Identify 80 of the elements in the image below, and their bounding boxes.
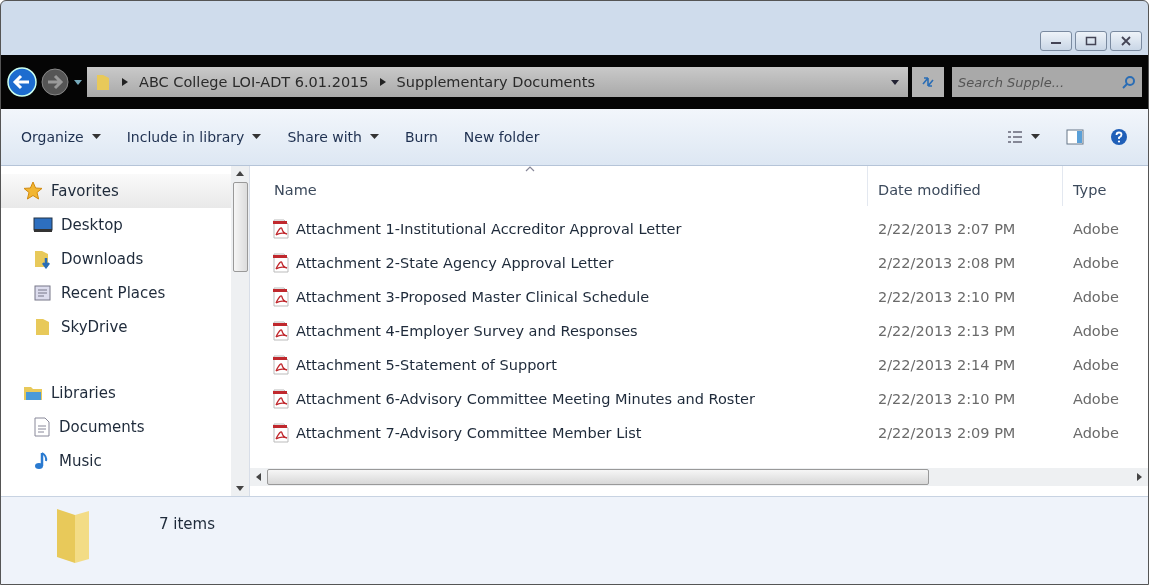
navigation-item[interactable]: Downloads — [1, 242, 231, 276]
pdf-file-icon — [272, 389, 290, 409]
maximize-icon — [1085, 36, 1097, 46]
folder-icon — [95, 73, 111, 91]
item-count: 7 items — [159, 515, 215, 533]
navigation-item[interactable]: Libraries — [1, 376, 231, 410]
file-name[interactable]: Attachment 4-Employer Survey and Responses — [296, 323, 638, 339]
star-icon — [23, 181, 43, 201]
caret-icon — [369, 134, 379, 140]
list-view-icon — [1007, 130, 1023, 144]
scrollbar-thumb[interactable] — [267, 469, 929, 485]
type-cell-text: Adobe — [1072, 221, 1120, 237]
navigation-item[interactable]: Desktop — [1, 208, 231, 242]
caret-icon — [1031, 134, 1040, 140]
navigation-item[interactable]: Recent Places — [1, 276, 231, 310]
library-folder-icon — [23, 384, 43, 402]
type-cell-text: Adobe — [1072, 425, 1120, 441]
vertical-scrollbar[interactable] — [231, 166, 249, 496]
caret-icon — [252, 134, 262, 140]
pdf-file-icon — [272, 219, 290, 239]
scrollbar-thumb[interactable] — [232, 182, 248, 272]
file-name[interactable]: Attachment 3-Proposed Master Clinical Schedule — [296, 289, 650, 305]
toolbar-button[interactable]: Include in library — [116, 123, 272, 151]
search-icon — [1122, 75, 1136, 89]
scroll-up-arrow-icon[interactable] — [236, 170, 244, 176]
toolbar-button[interactable]: Share with — [277, 123, 389, 151]
pdf-file-icon — [272, 423, 290, 443]
caret-icon — [91, 134, 101, 140]
date-cell-text: 2/22/2013 2:13 PM — [877, 323, 1017, 339]
pdf-file-icon — [272, 355, 290, 375]
pdf-file-icon — [272, 321, 290, 341]
toolbar-button[interactable]: Burn — [394, 123, 448, 151]
file-name[interactable]: Attachment 5-Statement of Support — [296, 357, 557, 373]
monitor-icon — [33, 216, 53, 234]
document-icon — [33, 417, 51, 437]
pane-icon — [1066, 129, 1084, 145]
file-name[interactable]: Attachment 6-Advisory Committee Meeting Minutes and Roster — [296, 391, 755, 407]
date-cell-text: 2/22/2013 2:14 PM — [877, 357, 1017, 373]
help-icon — [1110, 128, 1128, 146]
horizontal-scrollbar[interactable] — [250, 468, 1148, 486]
navigation-item[interactable]: Music — [1, 444, 231, 478]
date-cell-text: 2/22/2013 2:07 PM — [877, 221, 1017, 237]
breadcrumb-arrow-icon[interactable] — [378, 77, 387, 87]
type-cell-text: Adobe — [1072, 255, 1120, 271]
scroll-right-arrow-icon[interactable] — [1137, 473, 1143, 481]
refresh-icon — [920, 75, 936, 89]
breadcrumb-item[interactable]: ABC College LOI-ADT 6.01.2015 — [139, 74, 369, 90]
navigation-item[interactable]: Documents — [1, 410, 231, 444]
navigation-item[interactable]: Favorites — [1, 174, 231, 208]
toolbar-button[interactable]: Organize — [11, 123, 111, 151]
dropdown-caret-icon[interactable] — [890, 78, 900, 86]
search-field[interactable]: Search Supple... — [952, 67, 1142, 97]
close-button[interactable] — [1110, 31, 1142, 51]
navigation-item[interactable]: SkyDrive — [1, 310, 231, 344]
maximize-button[interactable] — [1075, 31, 1107, 51]
type-cell-text: Adobe — [1072, 391, 1120, 407]
pdf-file-icon — [272, 253, 290, 273]
date-cell-text: 2/22/2013 2:10 PM — [877, 391, 1017, 407]
close-icon — [1120, 36, 1132, 46]
dropdown-caret-icon[interactable] — [73, 78, 83, 86]
date-cell-text: 2/22/2013 2:09 PM — [877, 425, 1017, 441]
sort-caret-icon — [525, 166, 535, 172]
breadcrumb-item[interactable]: Supplementary Documents — [396, 74, 595, 90]
scroll-down-arrow-icon[interactable] — [236, 486, 244, 492]
scroll-left-arrow-icon[interactable] — [255, 473, 261, 481]
toolbar-button[interactable]: New folder — [453, 123, 550, 151]
type-cell-text: Adobe — [1072, 323, 1120, 339]
breadcrumb-arrow-icon[interactable] — [121, 77, 129, 87]
date-cell-text: 2/22/2013 2:08 PM — [877, 255, 1017, 271]
date-cell-text: 2/22/2013 2:10 PM — [877, 289, 1017, 305]
download-folder-icon — [33, 249, 53, 269]
pdf-file-icon — [272, 287, 290, 307]
address-bar[interactable]: ABC College LOI-ADT 6.01.2015 Supplementary Documents — [87, 67, 908, 97]
file-name[interactable]: Attachment 1-Institutional Accreditor Approval Letter — [296, 221, 682, 237]
type-cell-text: Adobe — [1072, 357, 1120, 373]
recent-places-icon — [33, 283, 53, 303]
file-name[interactable]: Attachment 7-Advisory Committee Member List — [296, 425, 642, 441]
type-cell-text: Adobe — [1072, 289, 1120, 305]
file-name[interactable]: Attachment 2-State Agency Approval Letter — [296, 255, 614, 271]
minimize-button[interactable] — [1040, 31, 1072, 51]
